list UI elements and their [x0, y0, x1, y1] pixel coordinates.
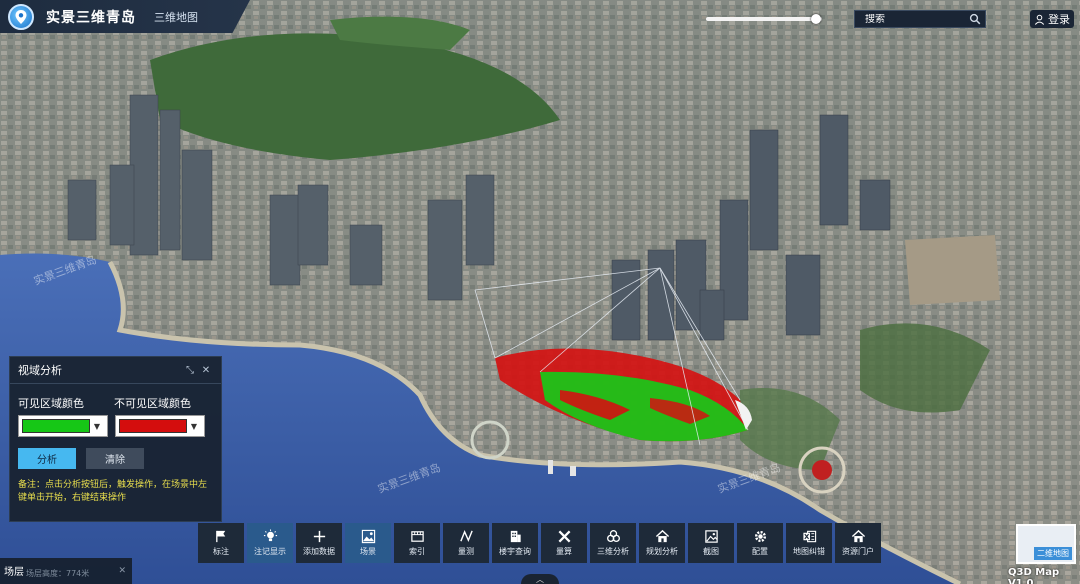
toolbar-button[interactable]: 量测: [443, 523, 489, 563]
toolbar-button[interactable]: 添加数据: [296, 523, 342, 563]
toolbar-button-label: 场景: [360, 547, 376, 556]
toolbar-button[interactable]: 注记显示: [247, 523, 293, 563]
toolbar-button[interactable]: 资源门户: [835, 523, 881, 563]
toolbar-button[interactable]: 截图: [688, 523, 734, 563]
scene-layer-box[interactable]: 场层 场层高度：774米 ✕: [0, 558, 132, 584]
excel-icon: [802, 530, 816, 543]
image-icon: [704, 530, 718, 543]
app-subtitle[interactable]: 三维地图: [154, 9, 198, 25]
panel-header: 视域分析 ⤡ ✕: [10, 357, 221, 384]
toolbar-button-label: 规划分析: [646, 547, 678, 556]
brightness-slider[interactable]: [706, 14, 822, 24]
close-icon[interactable]: ✕: [199, 363, 213, 377]
toolbar-button[interactable]: 配置: [737, 523, 783, 563]
panel-title: 视域分析: [18, 364, 62, 377]
scene-height-value: 场层高度：774米: [26, 569, 90, 578]
toolbar-button-label: 量算: [556, 547, 572, 556]
gear-icon: [754, 530, 766, 543]
version-label: Q3D Map V1.0: [1008, 567, 1060, 584]
tools-icon: [558, 530, 570, 543]
close-icon[interactable]: ✕: [118, 566, 126, 576]
login-label: 登录: [1048, 13, 1070, 26]
visible-color-picker[interactable]: ▼: [18, 415, 108, 437]
scene-icon: [361, 529, 375, 544]
clear-button[interactable]: 清除: [86, 448, 144, 469]
toolbar-button[interactable]: 楼宇查询: [492, 523, 538, 563]
bottom-toolbar: 标注 注记显示 添加数据 场景 索引 量测 楼宇查询 量算 三维分析 规划分析 截图 配置 地图纠错 资源…: [198, 523, 881, 563]
toolbar-button[interactable]: 场景: [345, 523, 391, 563]
measure-icon: [459, 530, 473, 543]
minimap[interactable]: 二维地图: [1016, 524, 1076, 564]
plus-icon: [313, 530, 325, 543]
chevron-up-icon: ︿: [536, 575, 544, 584]
minimap-2d-tag[interactable]: 二维地图: [1034, 547, 1072, 560]
toolbar-button-label: 索引: [409, 547, 425, 556]
lightbulb-icon: [263, 529, 277, 542]
login-button[interactable]: 登录: [1030, 10, 1074, 28]
collapse-icon[interactable]: ⤡: [183, 363, 197, 377]
invisible-color-swatch: [119, 419, 187, 433]
toolbar-button-label: 截图: [703, 547, 719, 556]
building-icon: [510, 530, 521, 543]
panel-note: 备注：点击分析按钮后，触发操作，在场景中左键单击开始，右键结束操作: [18, 480, 208, 503]
toolbar-button-label: 注记显示: [254, 547, 286, 556]
toolbar-button-label: 添加数据: [303, 547, 335, 556]
toolbar-button-label: 三维分析: [597, 547, 629, 556]
dropdown-arrow-icon: ▼: [93, 421, 101, 431]
toolbar-button[interactable]: 索引: [394, 523, 440, 563]
toolbar-expand-button[interactable]: ︿: [521, 574, 559, 584]
toolbar-button-label: 量测: [458, 547, 474, 556]
app-title: 实景三维青岛: [46, 9, 136, 26]
toolbar-button[interactable]: 三维分析: [590, 523, 636, 563]
scene-layer-label: 场层: [4, 567, 24, 578]
visible-color-label: 可见区域颜色: [18, 397, 84, 410]
search-icon[interactable]: [969, 13, 981, 25]
search-input[interactable]: [865, 13, 965, 25]
toolbar-button-label: 资源门户: [842, 547, 874, 556]
toolbar-button[interactable]: 量算: [541, 523, 587, 563]
viewshed-analysis-panel: 视域分析 ⤡ ✕ 可见区域颜色 不可见区域颜色 ▼ ▼ 分析 清除 备注：点击分…: [9, 356, 222, 522]
flag-icon: [215, 530, 225, 543]
compass-pin-icon[interactable]: [8, 3, 34, 30]
toolbar-button[interactable]: 规划分析: [639, 523, 685, 563]
toolbar-button[interactable]: 标注: [198, 523, 244, 563]
toolbar-button-label: 配置: [752, 547, 768, 556]
toolbar-button-label: 标注: [213, 547, 229, 556]
toolbar-button-label: 地图纠错: [793, 547, 825, 556]
cubes-icon: [606, 530, 620, 543]
home-icon: [655, 529, 669, 543]
search-box[interactable]: [854, 10, 986, 28]
app-header: 实景三维青岛 三维地图: [0, 0, 250, 33]
invisible-color-label: 不可见区域颜色: [114, 397, 191, 410]
film-icon: [410, 531, 424, 542]
dropdown-arrow-icon: ▼: [190, 421, 198, 431]
toolbar-button[interactable]: 地图纠错: [786, 523, 832, 563]
user-icon: [1034, 14, 1045, 25]
toolbar-button-label: 楼宇查询: [499, 547, 531, 556]
home-icon: [851, 529, 865, 543]
analyze-button[interactable]: 分析: [18, 448, 76, 469]
visible-color-swatch: [22, 419, 90, 433]
invisible-color-picker[interactable]: ▼: [115, 415, 205, 437]
